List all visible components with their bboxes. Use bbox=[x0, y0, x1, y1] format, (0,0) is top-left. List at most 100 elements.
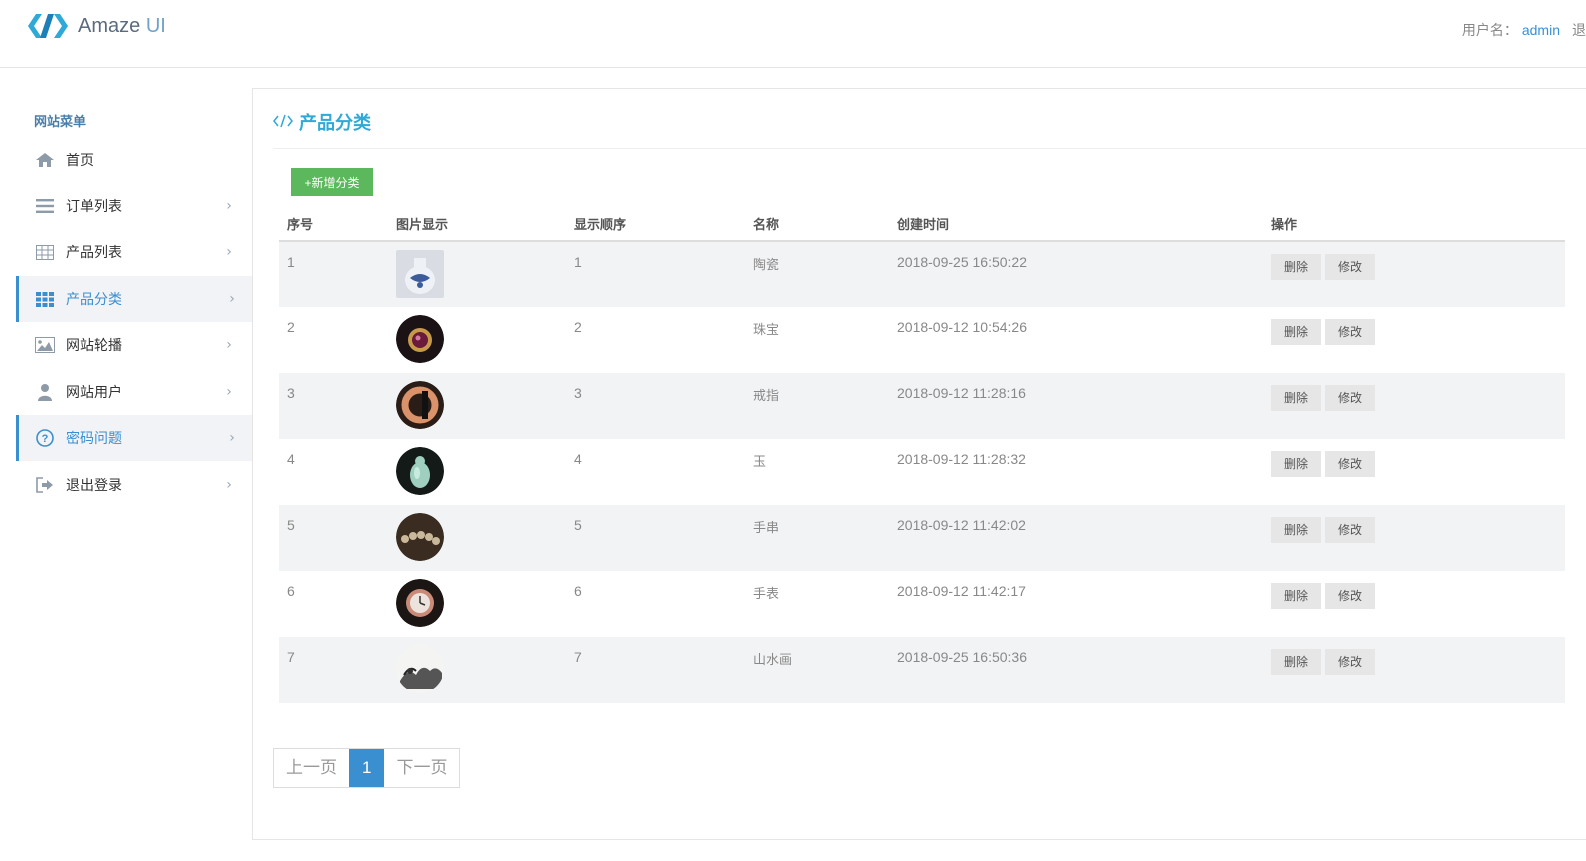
gemstone-pendant-thumbnail bbox=[396, 315, 444, 363]
sidebar-item-label: 订单列表 bbox=[66, 199, 122, 215]
table-row: 4 4 玉 2018-09-12 11:28:32 删除 修改 bbox=[279, 439, 1565, 505]
cell-image bbox=[388, 439, 566, 505]
sidebar-item-label: 产品分类 bbox=[66, 292, 122, 308]
sidebar-item-carousel[interactable]: 网站轮播 › bbox=[16, 322, 252, 368]
edit-button[interactable]: 修改 bbox=[1325, 451, 1375, 477]
user-label: 用户名： bbox=[1461, 22, 1518, 38]
cell-name: 戒指 bbox=[745, 373, 889, 439]
user-area: 用户名： admin 退 bbox=[1462, 20, 1586, 40]
column-header-created: 创建时间 bbox=[889, 207, 1263, 242]
cell-name: 手表 bbox=[753, 587, 780, 602]
cell-actions: 删除 修改 bbox=[1263, 373, 1565, 439]
logout-link[interactable]: 退 bbox=[1572, 22, 1586, 38]
cell-id: 3 bbox=[279, 373, 388, 439]
landscape-painting-thumbnail bbox=[396, 645, 444, 693]
sidebar-item-users[interactable]: 网站用户 › bbox=[16, 369, 252, 415]
sidebar-item-label: 首页 bbox=[66, 153, 94, 169]
cell-id: 6 bbox=[287, 583, 295, 599]
sidebar-item-products[interactable]: 产品列表 › bbox=[16, 229, 252, 275]
prev-page-button[interactable]: 上一页 bbox=[274, 749, 349, 787]
jade-pendant-thumbnail bbox=[396, 447, 444, 495]
amaze-logo-icon bbox=[28, 14, 68, 38]
delete-button[interactable]: 删除 bbox=[1271, 254, 1321, 280]
sidebar-item-label: 产品列表 bbox=[66, 245, 122, 261]
delete-button[interactable]: 删除 bbox=[1271, 319, 1321, 345]
next-page-button[interactable]: 下一页 bbox=[384, 749, 460, 787]
watch-thumbnail bbox=[396, 579, 444, 627]
table-row: 3 3 戒指 2018-09-12 11:28:16 删除 修改 bbox=[279, 373, 1565, 439]
table-row: 6 6 手表 2018-09-12 11:42:17 删除 修改 bbox=[279, 571, 1565, 637]
cell-actions: 删除 修改 bbox=[1263, 637, 1565, 703]
sidebar-item-label: 网站轮播 bbox=[66, 338, 122, 354]
chevron-right-icon: › bbox=[226, 337, 232, 353]
cell-order: 4 bbox=[574, 451, 582, 467]
sidebar-item-orders[interactable]: 订单列表 › bbox=[16, 183, 252, 229]
cell-order: 3 bbox=[566, 373, 745, 439]
sidebar-item-label: 退出登录 bbox=[66, 478, 122, 494]
chevron-right-icon: › bbox=[226, 384, 232, 400]
delete-button[interactable]: 删除 bbox=[1271, 649, 1321, 675]
table-row: 1 1 陶瓷 2018-09-25 16:50:22 删除 修改 bbox=[279, 241, 1565, 307]
cell-created: 2018-09-12 11:42:17 bbox=[897, 583, 1026, 599]
add-category-button[interactable]: +新增分类 bbox=[291, 168, 373, 196]
sidebar-item-logout[interactable]: 退出登录 › bbox=[16, 462, 252, 508]
svg-text:?: ? bbox=[42, 433, 49, 445]
cell-actions: 删除 修改 bbox=[1263, 571, 1565, 637]
cell-name: 珠宝 bbox=[753, 323, 780, 338]
cell-id: 5 bbox=[279, 505, 388, 571]
edit-button[interactable]: 修改 bbox=[1325, 319, 1375, 345]
cell-actions: 删除 修改 bbox=[1263, 307, 1565, 373]
question-icon: ? bbox=[34, 429, 56, 447]
logo[interactable]: Amaze UI bbox=[26, 12, 166, 40]
home-icon bbox=[34, 151, 56, 169]
cell-name: 陶瓷 bbox=[745, 241, 889, 307]
chevron-right-icon: › bbox=[229, 430, 235, 446]
cell-order: 6 bbox=[574, 583, 582, 599]
sidebar-item-password-questions[interactable]: ? 密码问题 › bbox=[16, 415, 255, 461]
page-header: 产品分类 bbox=[273, 109, 371, 135]
cell-actions: 删除 修改 bbox=[1263, 505, 1565, 571]
delete-button[interactable]: 删除 bbox=[1271, 517, 1321, 543]
table-row: 2 2 珠宝 2018-09-12 10:54:26 删除 修改 bbox=[279, 307, 1565, 373]
code-icon bbox=[273, 113, 293, 132]
delete-button[interactable]: 删除 bbox=[1271, 385, 1321, 411]
cell-image bbox=[388, 637, 566, 703]
cell-order: 7 bbox=[566, 637, 745, 703]
cell-created: 2018-09-25 16:50:36 bbox=[889, 637, 1263, 703]
sidebar-item-label: 密码问题 bbox=[66, 431, 122, 447]
list-icon bbox=[34, 197, 56, 215]
edit-button[interactable]: 修改 bbox=[1325, 385, 1375, 411]
cell-image bbox=[388, 307, 566, 373]
cell-order: 5 bbox=[566, 505, 745, 571]
cell-actions: 删除 修改 bbox=[1263, 241, 1565, 307]
cell-image bbox=[388, 571, 566, 637]
cell-id: 2 bbox=[287, 319, 295, 335]
cell-id: 7 bbox=[279, 637, 388, 703]
sidebar-item-home[interactable]: 首页 bbox=[16, 137, 252, 183]
header-divider bbox=[273, 148, 1586, 149]
cell-created: 2018-09-12 11:42:02 bbox=[889, 505, 1263, 571]
cell-image bbox=[388, 505, 566, 571]
page-1-button[interactable]: 1 bbox=[349, 749, 385, 787]
column-header-order: 显示顺序 bbox=[566, 207, 745, 242]
sidebar-item-categories[interactable]: 产品分类 › bbox=[16, 276, 255, 322]
bead-bracelet-thumbnail bbox=[396, 513, 444, 561]
cell-name: 玉 bbox=[753, 455, 767, 470]
edit-button[interactable]: 修改 bbox=[1325, 583, 1375, 609]
username-link[interactable]: admin bbox=[1522, 22, 1560, 38]
column-header-image: 图片显示 bbox=[388, 207, 566, 242]
ring-thumbnail bbox=[396, 381, 444, 429]
cell-image bbox=[388, 373, 566, 439]
edit-button[interactable]: 修改 bbox=[1325, 517, 1375, 543]
edit-button[interactable]: 修改 bbox=[1325, 254, 1375, 280]
delete-button[interactable]: 删除 bbox=[1271, 451, 1321, 477]
edit-button[interactable]: 修改 bbox=[1325, 649, 1375, 675]
cell-id: 4 bbox=[287, 451, 295, 467]
cell-name: 山水画 bbox=[745, 637, 889, 703]
chevron-right-icon: › bbox=[226, 477, 232, 493]
delete-button[interactable]: 删除 bbox=[1271, 583, 1321, 609]
sidebar-title: 网站菜单 bbox=[34, 115, 87, 130]
page-title: 产品分类 bbox=[299, 113, 371, 134]
table-header-row: 序号 图片显示 显示顺序 名称 创建时间 操作 bbox=[279, 207, 1565, 242]
sidebar: 网站菜单 首页 订单列表 › 产品列表 › 产品分类 › 网站轮播 › 网站用户… bbox=[0, 88, 255, 848]
